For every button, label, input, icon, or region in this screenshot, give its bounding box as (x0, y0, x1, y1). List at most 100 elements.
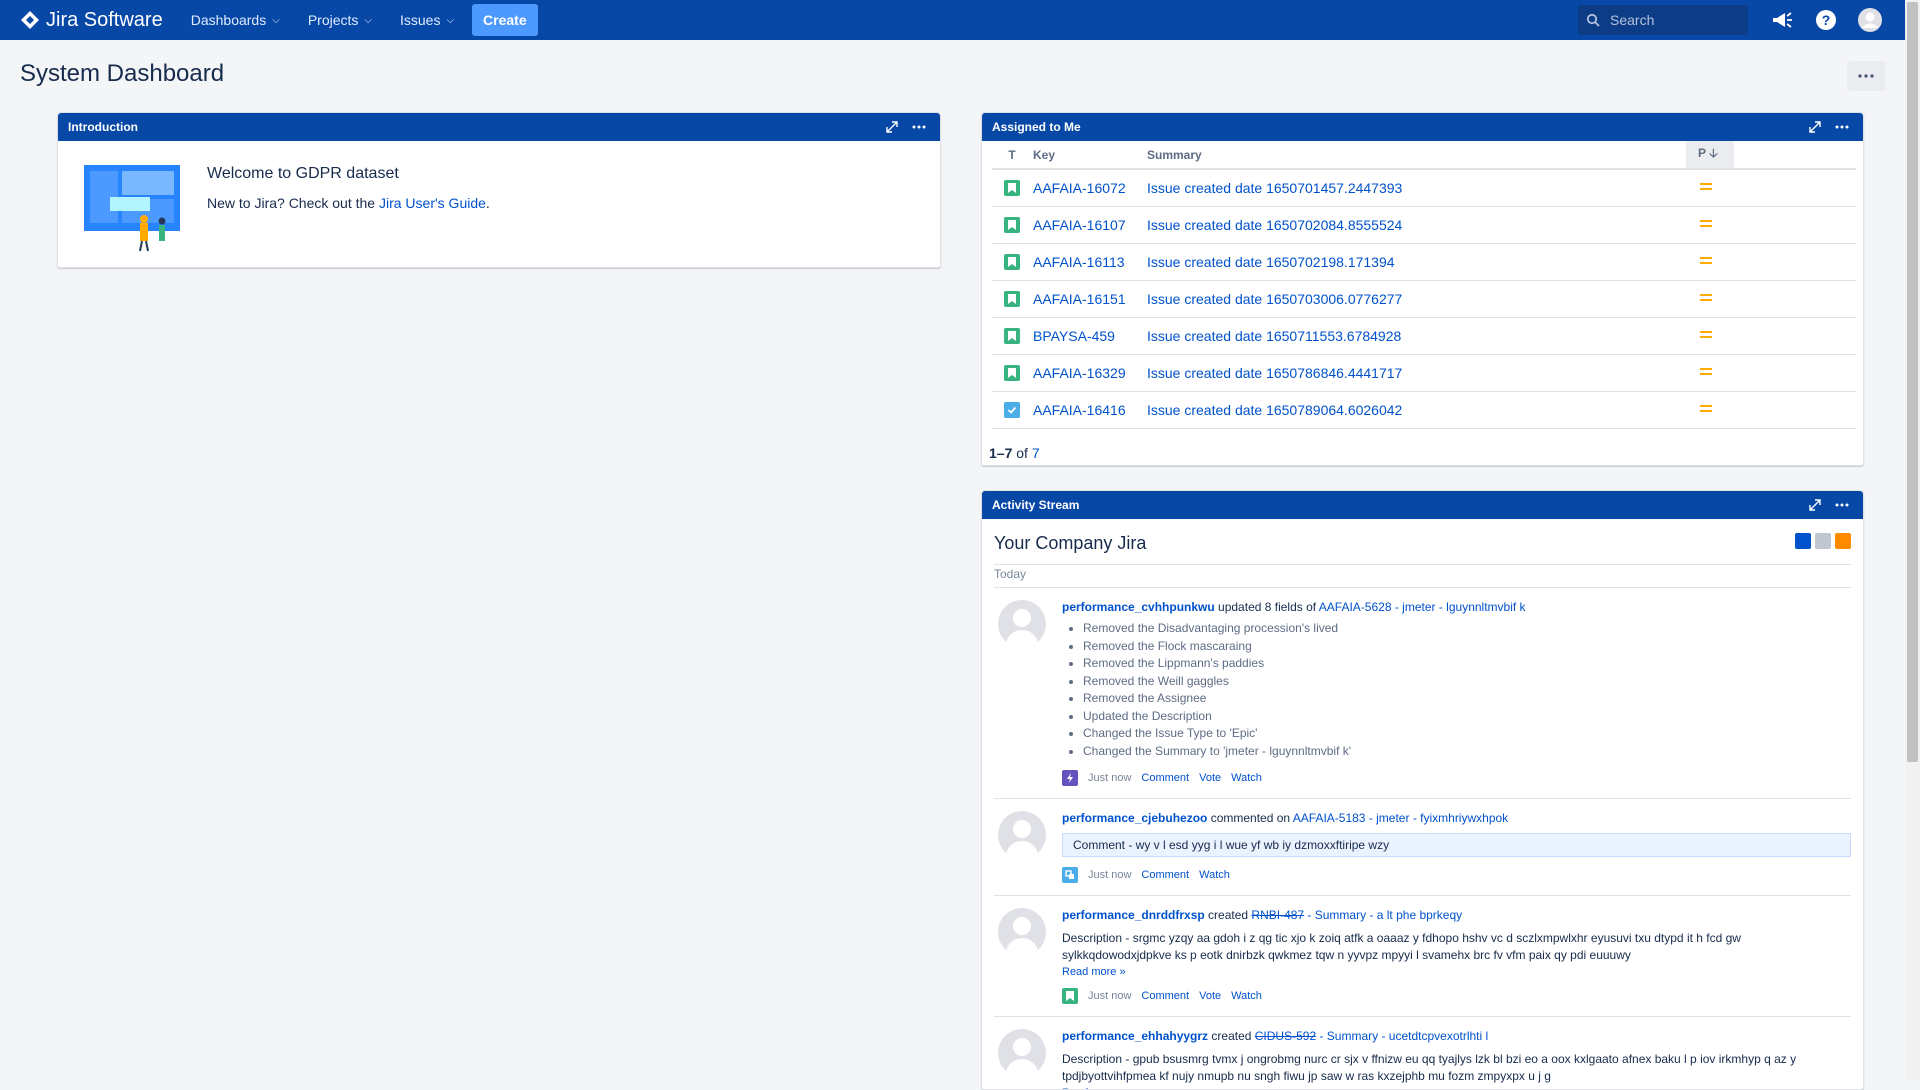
user-link[interactable]: performance_cvhhpunkwu (1062, 600, 1215, 614)
page-title: System Dashboard (20, 60, 225, 87)
issue-summary-cell: Issue created date 1650702198.171394 (1146, 243, 1686, 281)
activity-title: Your Company Jira (994, 533, 1147, 553)
issue-summary-link[interactable]: Issue created date 1650701457.2447393 (1147, 180, 1402, 196)
table-row[interactable]: AAFAIA-16113 Issue created date 16507021… (992, 243, 1856, 281)
assigned-to-me-gadget: Assigned to Me T Key Summary P 🡣 AAFAIA-… (981, 112, 1864, 466)
gadget-title: Assigned to Me (992, 120, 1081, 134)
column-priority[interactable]: P 🡣 (1686, 141, 1734, 170)
scrollbar-thumb[interactable] (1907, 2, 1918, 762)
create-button[interactable]: Create (472, 4, 538, 36)
column-summary[interactable]: Summary (1146, 141, 1686, 170)
issue-summary-link[interactable]: Issue created date 1650711553.6784928 (1147, 328, 1401, 344)
entry-headline: performance_ehhahyygrz created CIDUS-592… (1062, 1029, 1851, 1043)
issue-key-link[interactable]: RNBI-487 (1251, 908, 1304, 922)
comment-link[interactable]: Comment (1141, 990, 1189, 1002)
nav-dashboards[interactable]: Dashboards ⌵ (191, 12, 280, 28)
priority-medium-icon (1700, 291, 1712, 304)
issue-key-link[interactable]: AAFAIA-16416 (1033, 402, 1126, 418)
table-row[interactable]: BPAYSA-459 Issue created date 1650711553… (992, 317, 1856, 355)
user-avatar-icon[interactable] (1858, 8, 1882, 32)
story-icon (1004, 179, 1020, 196)
issue-key-cell: AAFAIA-16416 (1032, 391, 1146, 429)
issue-target-link[interactable]: - Summary - a lt phe bprkeqy (1304, 908, 1462, 922)
welcome-text: New to Jira? Check out the Jira User's G… (207, 195, 490, 211)
comment-link[interactable]: Comment (1141, 772, 1189, 784)
gadget-header: Activity Stream (982, 491, 1863, 519)
more-icon[interactable] (1835, 125, 1849, 129)
nav-projects[interactable]: Projects ⌵ (308, 12, 372, 28)
pager-total-link[interactable]: 7 (1032, 445, 1040, 461)
issue-summary-link[interactable]: Issue created date 1650786846.4441717 (1147, 365, 1402, 381)
issue-summary-link[interactable]: Issue created date 1650789064.6026042 (1147, 402, 1402, 418)
issue-target-link[interactable]: - Summary - ucetdtcpvexotrlhti l (1316, 1029, 1488, 1043)
entry-action: updated 8 fields of (1214, 600, 1319, 614)
megaphone-icon[interactable] (1770, 8, 1794, 32)
more-icon[interactable] (1835, 503, 1849, 507)
change-item: Changed the Summary to 'jmeter - lguynnl… (1083, 743, 1851, 761)
help-icon[interactable]: ? (1814, 8, 1838, 32)
issue-target-link[interactable]: AAFAIA-5628 - jmeter - lguynnltmvbif k (1319, 600, 1526, 614)
vote-link[interactable]: Vote (1199, 772, 1221, 784)
read-more-link[interactable]: Read more » (1062, 966, 1851, 978)
avatar[interactable] (998, 908, 1046, 956)
dashboard-more-button[interactable] (1847, 61, 1885, 91)
issue-summary-link[interactable]: Issue created date 1650702084.8555524 (1147, 217, 1402, 233)
search-box (1578, 5, 1748, 35)
avatar[interactable] (998, 811, 1046, 859)
issue-key-link[interactable]: AAFAIA-16072 (1033, 180, 1126, 196)
maximize-icon[interactable] (886, 121, 898, 133)
table-row[interactable]: AAFAIA-16416 Issue created date 16507890… (992, 391, 1856, 429)
welcome-heading: Welcome to GDPR dataset (207, 165, 399, 182)
issue-key-link[interactable]: BPAYSA-459 (1033, 328, 1115, 344)
avatar[interactable] (998, 600, 1046, 648)
vote-link[interactable]: Vote (1199, 990, 1221, 1002)
maximize-icon[interactable] (1809, 499, 1821, 511)
priority-medium-icon (1700, 402, 1712, 415)
page-scrollbar[interactable] (1905, 0, 1920, 1080)
subtask-icon (1062, 867, 1078, 883)
activity-title-row: Your Company Jira (994, 533, 1863, 554)
svg-text:?: ? (1822, 12, 1831, 28)
user-link[interactable]: performance_ehhahyygrz (1062, 1029, 1208, 1043)
column-key[interactable]: Key (1032, 141, 1146, 170)
table-row[interactable]: AAFAIA-16072 Issue created date 16507014… (992, 169, 1856, 207)
issue-key-cell: AAFAIA-16107 (1032, 206, 1146, 244)
issue-summary-link[interactable]: Issue created date 1650703006.0776277 (1147, 291, 1402, 307)
issue-key-link[interactable]: CIDUS-592 (1255, 1029, 1316, 1043)
row-spacer (1734, 391, 1856, 429)
filter-view-icon[interactable] (1795, 533, 1811, 549)
nav-issues[interactable]: Issues ⌵ (400, 12, 454, 28)
issue-key-link[interactable]: AAFAIA-16113 (1033, 254, 1125, 270)
activity-entry: performance_dnrddfrxsp created RNBI-487 … (994, 896, 1851, 1017)
change-item: Removed the Assignee (1083, 690, 1851, 708)
issue-key-link[interactable]: AAFAIA-16329 (1033, 365, 1126, 381)
watch-link[interactable]: Watch (1231, 990, 1262, 1002)
user-link[interactable]: performance_cjebuhezoo (1062, 811, 1207, 825)
maximize-icon[interactable] (1809, 121, 1821, 133)
nav-issues-label: Issues (399, 12, 441, 28)
comment-link[interactable]: Comment (1141, 869, 1189, 881)
table-row[interactable]: AAFAIA-16329 Issue created date 16507868… (992, 354, 1856, 392)
search-input[interactable] (1608, 11, 1738, 29)
pagination: 1–7 of 7 (982, 429, 1863, 477)
users-guide-link[interactable]: Jira User's Guide (379, 195, 486, 211)
column-type[interactable]: T (992, 141, 1032, 170)
change-item: Changed the Issue Type to 'Epic' (1083, 725, 1851, 743)
jira-logo[interactable]: Jira Software (20, 9, 163, 32)
rss-feed-icon[interactable] (1835, 533, 1851, 549)
table-row[interactable]: AAFAIA-16107 Issue created date 16507020… (992, 206, 1856, 244)
issue-key-link[interactable]: AAFAIA-16151 (1033, 291, 1126, 307)
list-view-icon[interactable] (1815, 533, 1831, 549)
priority-medium-icon (1700, 217, 1712, 230)
more-icon[interactable] (912, 125, 926, 129)
user-link[interactable]: performance_dnrddfrxsp (1062, 908, 1205, 922)
watch-link[interactable]: Watch (1231, 772, 1262, 784)
issue-key-cell: AAFAIA-16113 (1032, 243, 1146, 281)
issue-summary-link[interactable]: Issue created date 1650702198.171394 (1147, 254, 1395, 270)
story-icon (1062, 988, 1078, 1004)
issue-key-link[interactable]: AAFAIA-16107 (1033, 217, 1126, 233)
table-row[interactable]: AAFAIA-16151 Issue created date 16507030… (992, 280, 1856, 318)
watch-link[interactable]: Watch (1199, 869, 1230, 881)
avatar[interactable] (998, 1029, 1046, 1077)
issue-target-link[interactable]: AAFAIA-5183 - jmeter - fyixmhriywxhpok (1293, 811, 1508, 825)
